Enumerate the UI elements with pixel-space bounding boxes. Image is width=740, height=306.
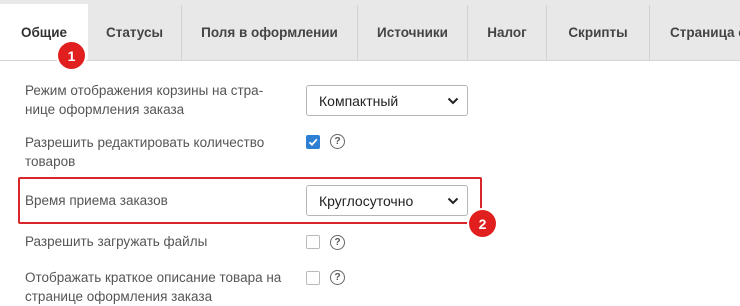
short-description-help-icon[interactable]: ?	[330, 270, 345, 285]
cart-display-select[interactable]: Компактный	[306, 85, 468, 116]
label-line: Разрешить загружать файлы	[25, 234, 208, 249]
help-glyph: ?	[334, 136, 341, 147]
label-line: Разрешить редактировать количество	[25, 135, 265, 150]
file-upload-help-icon[interactable]: ?	[330, 235, 345, 250]
tab-label: Источники	[377, 25, 448, 40]
tab-tax[interactable]: Налог	[468, 5, 547, 60]
help-glyph: ?	[334, 237, 341, 248]
marker-number: 1	[67, 47, 76, 64]
edit-quantity-checkbox[interactable]	[306, 135, 320, 149]
label-line: странице оформления заказа	[25, 289, 213, 304]
tab-scripts[interactable]: Скрипты	[547, 5, 650, 60]
short-description-label: Отображать краткое описание товара на ст…	[25, 268, 281, 306]
label-line: Отображать краткое описание товара на	[25, 270, 282, 285]
select-value: Компактный	[319, 92, 399, 109]
marker-number: 2	[478, 215, 487, 232]
tab-label: Поля в оформлении	[201, 25, 338, 40]
tab-checkout-page[interactable]: Страница оформления	[650, 5, 740, 60]
step-marker-1: 1	[58, 42, 85, 69]
chevron-down-icon	[447, 197, 459, 204]
tab-statuses[interactable]: Статусы	[88, 5, 182, 60]
chevron-down-icon	[447, 97, 459, 104]
cart-display-label: Режим отображения корзины на стра- нице …	[25, 81, 263, 119]
checkmark-icon	[308, 138, 318, 146]
tab-label: Статусы	[105, 25, 164, 40]
file-upload-label: Разрешить загружать файлы	[25, 232, 207, 251]
tab-label: Общие	[20, 24, 68, 40]
settings-tab-bar: Общие Статусы Поля в оформлении Источник…	[0, 0, 740, 61]
edit-quantity-label: Разрешить редактировать количество товар…	[25, 133, 264, 171]
label-line: Режим отображения корзины на стра-	[25, 83, 264, 98]
file-upload-checkbox[interactable]	[306, 235, 320, 249]
select-value: Круглосуточно	[319, 192, 414, 209]
label-line: товаров	[25, 154, 76, 169]
tab-label: Страница оформления	[670, 25, 740, 40]
tab-checkout-fields[interactable]: Поля в оформлении	[182, 5, 358, 60]
tab-label: Скрипты	[568, 25, 628, 40]
short-description-checkbox[interactable]	[306, 271, 320, 285]
tab-sources[interactable]: Источники	[358, 5, 468, 60]
help-glyph: ?	[334, 272, 341, 283]
order-time-label: Время приема заказов	[25, 191, 168, 210]
step-marker-2: 2	[469, 210, 496, 237]
order-time-select[interactable]: Круглосуточно	[306, 185, 468, 216]
tab-label: Налог	[487, 25, 527, 40]
label-line: Время приема заказов	[25, 193, 168, 208]
label-line: нице оформления заказа	[25, 102, 185, 117]
edit-quantity-help-icon[interactable]: ?	[330, 134, 345, 149]
